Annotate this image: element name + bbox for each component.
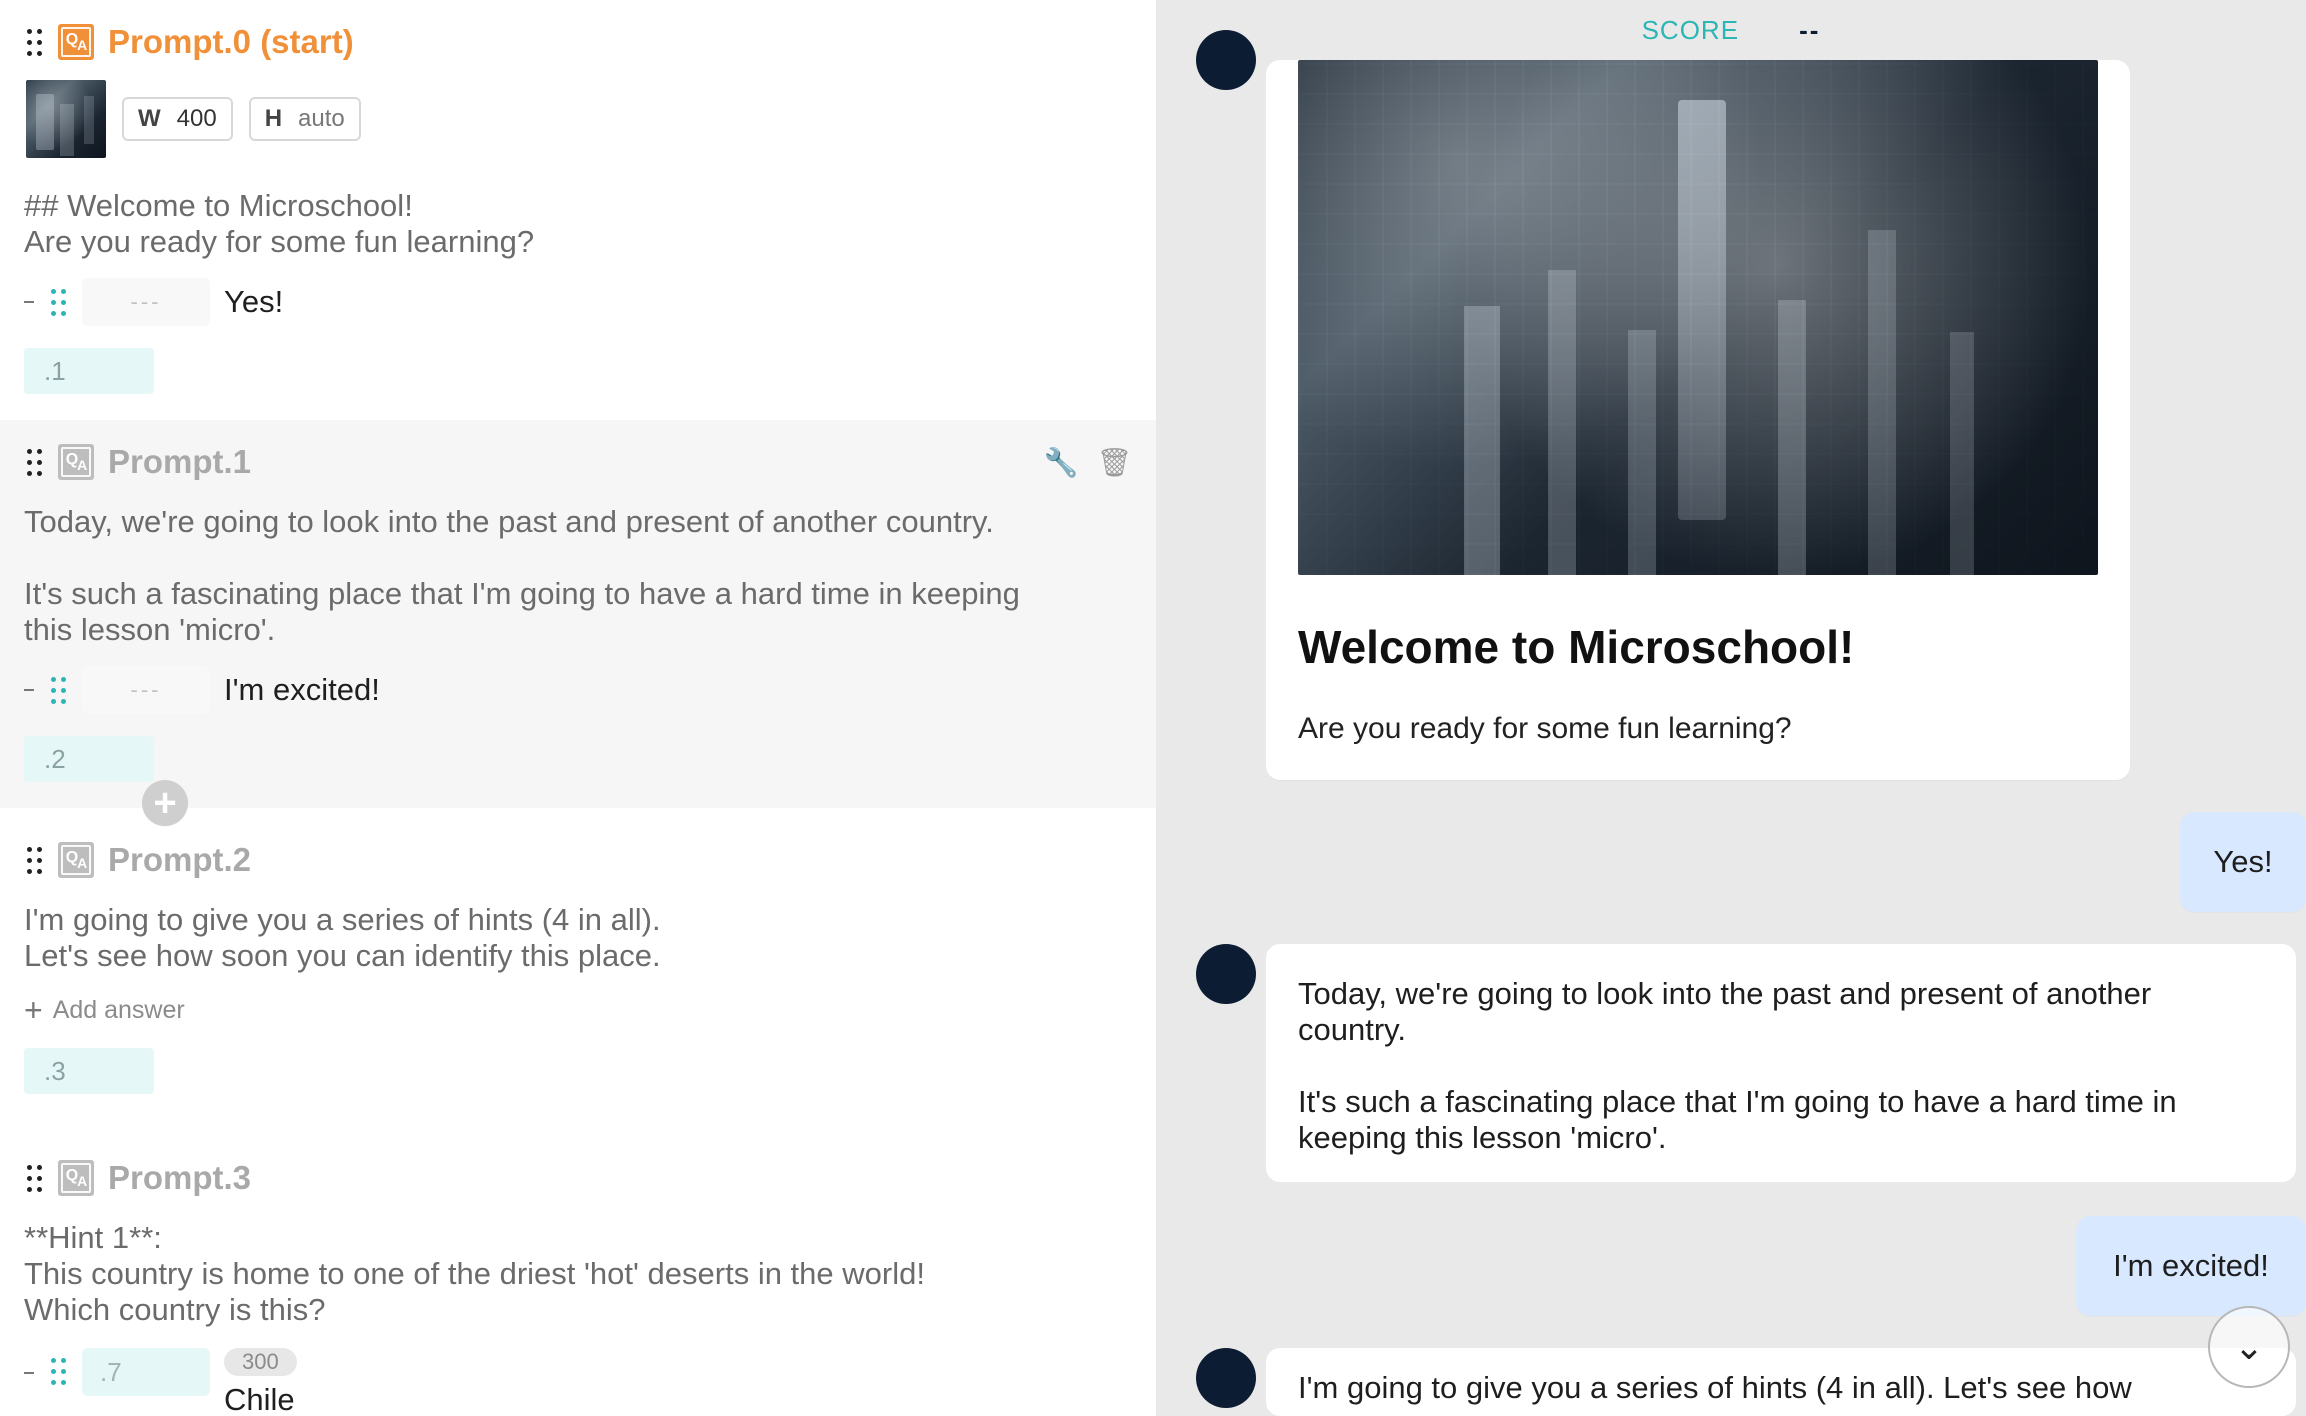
next-link[interactable]: .1: [24, 348, 154, 394]
answer-row: .7 300 Chile: [24, 1348, 1132, 1416]
bot-message: Today, we're going to look into the past…: [1266, 944, 2296, 1182]
width-value[interactable]: 400: [177, 105, 217, 133]
width-label: W: [138, 105, 161, 132]
qa-icon-sub: A: [77, 457, 87, 473]
prompt-title: Prompt.3: [108, 1159, 252, 1196]
answer-drag-icon[interactable]: [48, 676, 68, 704]
answer-key[interactable]: ---: [82, 278, 210, 326]
drag-handle-icon[interactable]: [24, 28, 44, 56]
app-root: QA Prompt.0 (start) W 400 H auto ## Welc…: [0, 0, 2306, 1416]
score-badge[interactable]: 300: [224, 1348, 297, 1376]
qa-icon-glyph: QA: [65, 31, 88, 53]
answer-label[interactable]: Chile: [224, 1382, 297, 1416]
next-link[interactable]: .2: [24, 736, 154, 782]
qa-icon: QA: [58, 444, 94, 480]
answer-label[interactable]: Yes!: [224, 284, 283, 320]
wrench-icon[interactable]: 🔧: [1044, 446, 1079, 479]
answer-next[interactable]: .7: [82, 1348, 210, 1396]
qa-icon-glyph: QA: [65, 1167, 88, 1189]
qa-icon-glyph: QA: [65, 849, 88, 871]
prompt-text[interactable]: Today, we're going to look into the past…: [24, 504, 1132, 648]
media-row: W 400 H auto: [26, 80, 1132, 158]
prompt-header: QA Prompt.3: [24, 1154, 1132, 1202]
qa-icon-sub: A: [77, 37, 87, 53]
qa-icon-sub: A: [77, 855, 87, 871]
qa-icon: QA: [58, 842, 94, 878]
bot-avatar: [1196, 1348, 1256, 1408]
answer-label[interactable]: I'm excited!: [224, 672, 380, 708]
height-label: H: [264, 105, 283, 132]
bot-message: I'm going to give you a series of hints …: [1266, 1348, 2296, 1416]
prompt-text[interactable]: I'm going to give you a series of hints …: [24, 902, 1132, 974]
chevron-down-icon[interactable]: ⌄: [2208, 1306, 2290, 1388]
width-field[interactable]: W 400: [122, 97, 233, 141]
answer-drag-icon[interactable]: [48, 1357, 68, 1385]
prompt-title: Prompt.0 (start): [108, 23, 354, 60]
chat-preview: SCORE -- Welcome to Microschool! Are you…: [1156, 0, 2306, 1416]
answer-stack: 300 Chile: [224, 1348, 297, 1416]
drag-handle-icon[interactable]: [24, 1164, 44, 1192]
add-answer-label: Add answer: [52, 995, 185, 1024]
prompt-header: QA Prompt.0 (start): [24, 18, 1132, 66]
score-label: SCORE: [1641, 14, 1740, 45]
prompt-tools: 🔧 🗑: [1044, 446, 1132, 479]
score-bar: SCORE --: [1156, 0, 2306, 60]
answer-drag-icon[interactable]: [48, 288, 68, 316]
answer-key[interactable]: ---: [82, 666, 210, 714]
prompt-text[interactable]: **Hint 1**: This country is home to one …: [24, 1220, 1132, 1328]
drag-handle-icon[interactable]: [24, 846, 44, 874]
prompt-card: QA Prompt.3 **Hint 1**: This country is …: [0, 1120, 1156, 1416]
welcome-title: Welcome to Microschool!: [1298, 621, 1855, 673]
bot-avatar: [1196, 944, 1256, 1004]
remove-answer-icon[interactable]: [24, 1372, 34, 1374]
plus-icon: +: [24, 992, 43, 1028]
prompt-header: QA Prompt.1 🔧 🗑: [24, 438, 1132, 486]
answer-row: --- Yes!: [24, 278, 1132, 326]
prompt-card: QA Prompt.0 (start) W 400 H auto ## Welc…: [0, 0, 1156, 420]
image-thumbnail[interactable]: [26, 80, 106, 158]
qa-icon: QA: [58, 1160, 94, 1196]
prompt-card: QA Prompt.2 I'm going to give you a seri…: [0, 808, 1156, 1120]
welcome-subtitle: Are you ready for some fun learning?: [1298, 712, 1792, 745]
prompt-title: Prompt.1: [108, 443, 252, 480]
drag-handle-icon[interactable]: [24, 448, 44, 476]
prompt-text[interactable]: ## Welcome to Microschool! Are you ready…: [24, 188, 1132, 260]
remove-answer-icon[interactable]: [24, 689, 34, 691]
remove-answer-icon[interactable]: [24, 301, 34, 303]
trash-icon[interactable]: 🗑: [1096, 446, 1132, 479]
prompt-title: Prompt.2: [108, 841, 252, 878]
add-answer-button[interactable]: + Add answer: [24, 994, 1132, 1026]
editor-panel: QA Prompt.0 (start) W 400 H auto ## Welc…: [0, 0, 1156, 1416]
welcome-card: Welcome to Microschool! Are you ready fo…: [1266, 60, 2130, 780]
qa-icon: QA: [58, 24, 94, 60]
height-field[interactable]: H auto: [248, 97, 361, 141]
prompt-card: QA Prompt.1 🔧 🗑 Today, we're going to lo…: [0, 420, 1156, 826]
user-message: I'm excited!: [2076, 1216, 2306, 1316]
qa-icon-sub: A: [77, 1173, 87, 1189]
qa-icon-glyph: QA: [65, 451, 88, 473]
user-message: Yes!: [2180, 812, 2306, 912]
prompt-header: QA Prompt.2: [24, 836, 1132, 884]
height-value[interactable]: auto: [298, 105, 345, 133]
next-link[interactable]: .3: [24, 1048, 154, 1094]
score-value: --: [1799, 14, 1821, 45]
answer-row: --- I'm excited!: [24, 666, 1132, 714]
welcome-image: [1298, 60, 2098, 575]
